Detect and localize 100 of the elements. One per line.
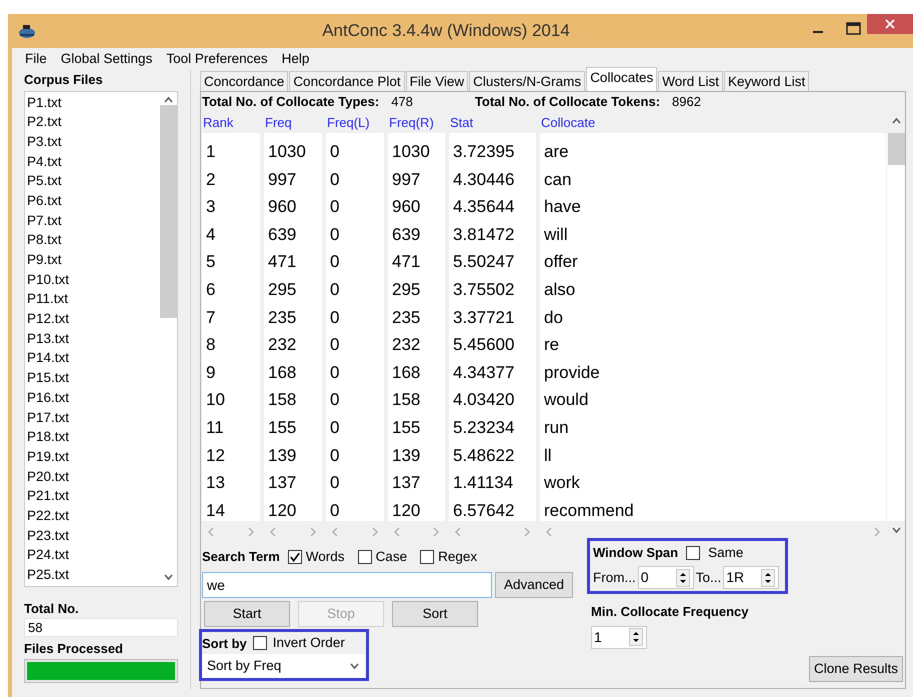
search-field[interactable]: we: [202, 572, 492, 598]
corpus-filename[interactable]: P9.txt: [27, 250, 157, 270]
scroll-left-icon[interactable]: [330, 527, 340, 537]
section-label: Min. Collocate Frequency: [591, 603, 750, 622]
corpus-filename[interactable]: P22.txt: [27, 506, 157, 526]
min-frequency-spinner[interactable]: 1: [591, 626, 647, 649]
tab[interactable]: Collocates: [586, 67, 658, 91]
corpus-filename[interactable]: P13.txt: [27, 328, 157, 348]
corpus-filename[interactable]: P25.txt: [27, 565, 157, 585]
menu-item[interactable]: Tool Preferences: [159, 48, 275, 70]
checkbox[interactable]: [252, 636, 267, 650]
scroll-thumb[interactable]: [888, 133, 904, 165]
checkbox[interactable]: [420, 550, 434, 564]
spin-arrows-icon[interactable]: [629, 628, 643, 646]
scroll-left-icon[interactable]: [544, 527, 554, 537]
column-header[interactable]: Freq: [264, 113, 322, 133]
column-header[interactable]: Freq(L): [326, 113, 384, 133]
corpus-filename[interactable]: P11.txt: [27, 289, 157, 310]
corpus-filename[interactable]: P18.txt: [27, 427, 157, 447]
checkbox[interactable]: [358, 550, 372, 564]
clone-results-button[interactable]: Clone Results: [808, 656, 903, 682]
corpus-filename[interactable]: P23.txt: [27, 526, 157, 546]
scroll-right-icon[interactable]: [872, 527, 882, 537]
table-cell-text: do: [543, 306, 564, 329]
column-header[interactable]: Collocate: [540, 113, 886, 133]
window-title: AntConc 3.4.4w (Windows) 2014: [321, 20, 571, 42]
scroll-left-icon[interactable]: [392, 527, 402, 537]
table-cell-text: 0: [329, 472, 340, 494]
corpus-filename[interactable]: P16.txt: [27, 388, 157, 408]
table-cell-text: 4.30446: [452, 168, 516, 191]
file-list[interactable]: P1.txt P2.txt P3.txt P4.txt P5.txt P6.txt P7.txt P8.txt P9.txt P10.txt P11.txt P12.txt P13.txt P14.txt P15.txt P16.txt P17.txt P18.txt P19.txt P20.txt P21.txt P22.txt P23.txt P24.txt P25.txt: [24, 90, 178, 586]
table-cell-text: 960: [267, 196, 298, 218]
checkbox-label: Invert Order: [272, 634, 345, 652]
scroll-right-icon[interactable]: [370, 527, 380, 537]
scroll-down-icon[interactable]: [890, 525, 902, 535]
scroll-down-icon[interactable]: [162, 572, 174, 582]
action-button[interactable]: Start: [204, 601, 290, 628]
table-cell-text: 2: [205, 168, 216, 191]
corpus-filename[interactable]: P19.txt: [27, 446, 157, 467]
scroll-up-icon[interactable]: [162, 94, 174, 104]
table-cell-text: 1: [205, 141, 216, 163]
table-cell-text: 5.45600: [452, 334, 516, 356]
checkbox-label: Same: [708, 544, 744, 562]
corpus-filename[interactable]: P17.txt: [27, 408, 157, 428]
corpus-filename[interactable]: P12.txt: [27, 309, 157, 329]
table-cell-text: 158: [267, 389, 298, 412]
corpus-filename[interactable]: P7.txt: [27, 210, 157, 230]
from-spinner[interactable]: 0: [638, 566, 694, 590]
corpus-filename[interactable]: P4.txt: [27, 152, 157, 172]
table-cell-text: 0: [329, 278, 340, 301]
column-header[interactable]: Rank: [202, 113, 260, 133]
corpus-filename[interactable]: P3.txt: [27, 132, 157, 152]
table-cell-text: work: [543, 472, 581, 494]
table-cell-text: 158: [391, 389, 422, 412]
spin-arrows-icon[interactable]: [761, 568, 776, 587]
corpus-filename[interactable]: P20.txt: [27, 466, 157, 486]
scroll-left-icon[interactable]: [453, 527, 463, 537]
corpus-filename[interactable]: P24.txt: [27, 545, 157, 565]
checkbox[interactable]: [686, 546, 700, 560]
scroll-thumb[interactable]: [160, 104, 176, 318]
scroll-left-icon[interactable]: [268, 527, 278, 537]
scroll-right-icon[interactable]: [246, 527, 256, 537]
table-cell-text: 5.23234: [452, 416, 516, 439]
tab[interactable]: File View: [406, 71, 468, 91]
tab[interactable]: Keyword List: [724, 71, 810, 91]
close-icon[interactable]: [867, 14, 913, 34]
checkbox[interactable]: [288, 550, 302, 564]
corpus-filename[interactable]: P1.txt: [27, 92, 157, 112]
corpus-filename[interactable]: P15.txt: [27, 368, 157, 388]
scroll-left-icon[interactable]: [206, 527, 216, 537]
scroll-right-icon[interactable]: [431, 527, 441, 537]
spin-arrows-icon[interactable]: [676, 568, 690, 587]
table-cell-text: 14: [205, 500, 226, 521]
corpus-filename[interactable]: P21.txt: [27, 486, 157, 506]
scroll-right-icon[interactable]: [308, 527, 318, 537]
tab[interactable]: Concordance Plot: [289, 71, 405, 91]
corpus-filename[interactable]: P6.txt: [27, 190, 157, 211]
corpus-filename[interactable]: P10.txt: [27, 270, 157, 290]
section-label: Total No.: [24, 600, 80, 618]
column-header[interactable]: Freq(R): [388, 113, 445, 133]
column-header[interactable]: Stat: [449, 113, 536, 133]
corpus-filename[interactable]: P8.txt: [27, 230, 157, 250]
section-label: Files Processed: [24, 640, 124, 658]
sort-dropdown[interactable]: Sort by Freq: [202, 654, 365, 678]
corpus-filename[interactable]: P5.txt: [27, 171, 157, 191]
corpus-filename[interactable]: P2.txt: [27, 112, 157, 132]
tab[interactable]: Clusters/N-Grams: [469, 71, 586, 91]
menu-item[interactable]: Global Settings: [54, 48, 160, 70]
advanced-button[interactable]: Advanced: [495, 572, 574, 598]
tab[interactable]: Concordance: [200, 71, 288, 91]
corpus-filename[interactable]: P14.txt: [27, 348, 157, 368]
field-label: From...: [593, 568, 636, 587]
tab[interactable]: Word List: [658, 71, 723, 91]
action-button[interactable]: Sort: [392, 601, 478, 628]
scroll-right-icon[interactable]: [522, 527, 532, 537]
table-cell-text: 0: [329, 196, 340, 218]
menu-item[interactable]: File: [18, 48, 54, 70]
menu-item[interactable]: Help: [274, 48, 316, 70]
to-spinner[interactable]: 1R: [723, 566, 780, 590]
scroll-up-icon[interactable]: [890, 116, 902, 126]
